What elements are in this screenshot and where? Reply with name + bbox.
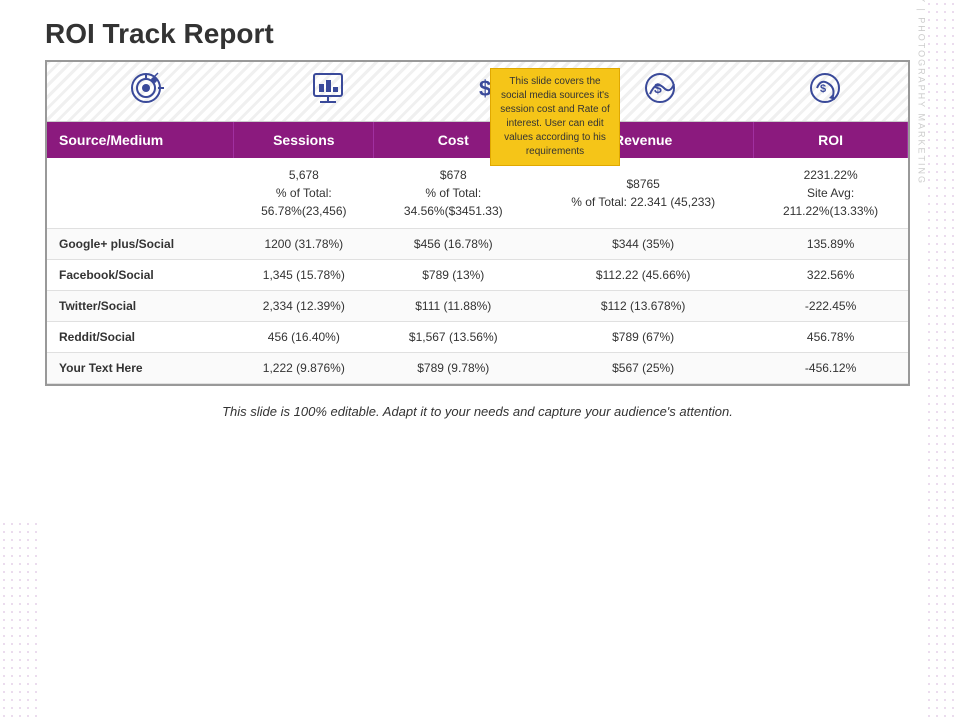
bottom-text: This slide is 100% editable. Adapt it to… [45,404,910,419]
row-roi: 135.89% [754,229,908,260]
icons-row: $ $ $ $ [47,62,908,122]
page-title: ROI Track Report [45,18,910,50]
row-sessions: 2,334 (12.39%) [234,291,374,322]
row-source: Facebook/Social [47,260,234,291]
row-source: Twitter/Social [47,291,234,322]
svg-text:$: $ [820,83,826,95]
tooltip-box: This slide covers the social media sourc… [490,68,620,166]
row-roi: 322.56% [754,260,908,291]
col-header-roi: ROI [754,122,908,158]
table-row: Facebook/Social 1,345 (15.78%) $789 (13%… [47,260,908,291]
row-cost: $111 (11.88%) [374,291,533,322]
row-roi: -222.45% [754,291,908,322]
table-row: Google+ plus/Social 1200 (31.78%) $456 (… [47,229,908,260]
row-cost: $789 (13%) [374,260,533,291]
col-header-sessions: Sessions [234,122,374,158]
row-source: Reddit/Social [47,322,234,353]
summary-sessions: 5,678% of Total:56.78%(23,456) [234,158,374,229]
row-sessions: 1,345 (15.78%) [234,260,374,291]
roi-table: Source/Medium Sessions Cost Revenue ROI … [47,122,908,384]
row-revenue: $112.22 (45.66%) [533,260,754,291]
icon-target [47,70,246,113]
table-header-row: Source/Medium Sessions Cost Revenue ROI [47,122,908,158]
row-cost: $456 (16.78%) [374,229,533,260]
row-sessions: 1200 (31.78%) [234,229,374,260]
row-roi: 456.78% [754,322,908,353]
col-header-source: Source/Medium [47,122,234,158]
row-revenue: $567 (25%) [533,353,754,384]
row-roi: -456.12% [754,353,908,384]
row-source: Google+ plus/Social [47,229,234,260]
summary-revenue: $8765% of Total: 22.341 (45,233) [533,158,754,229]
table-row: Reddit/Social 456 (16.40%) $1,567 (13.56… [47,322,908,353]
row-revenue: $112 (13.678%) [533,291,754,322]
table-row: Twitter/Social 2,334 (12.39%) $111 (11.8… [47,291,908,322]
row-cost: $789 (9.78%) [374,353,533,384]
decorative-dots-left [0,520,40,720]
summary-cost: $678% of Total:34.56%($3451.33) [374,158,533,229]
icon-chart [246,70,412,113]
icon-roi: $ [742,70,908,113]
row-sessions: 1,222 (9.876%) [234,353,374,384]
row-revenue: $789 (67%) [533,322,754,353]
table-row-summary: 5,678% of Total:56.78%(23,456) $678% of … [47,158,908,229]
svg-text:$: $ [654,80,662,96]
row-sessions: 456 (16.40%) [234,322,374,353]
row-cost: $1,567 (13.56%) [374,322,533,353]
tooltip-text: This slide covers the social media sourc… [500,76,610,157]
row-source: Your Text Here [47,353,234,384]
summary-source [47,158,234,229]
row-revenue: $344 (35%) [533,229,754,260]
summary-roi: 2231.22%Site Avg:211.22%(13.33%) [754,158,908,229]
table-row: Your Text Here 1,222 (9.876%) $789 (9.78… [47,353,908,384]
table-outer: $ $ $ $ [45,60,910,386]
